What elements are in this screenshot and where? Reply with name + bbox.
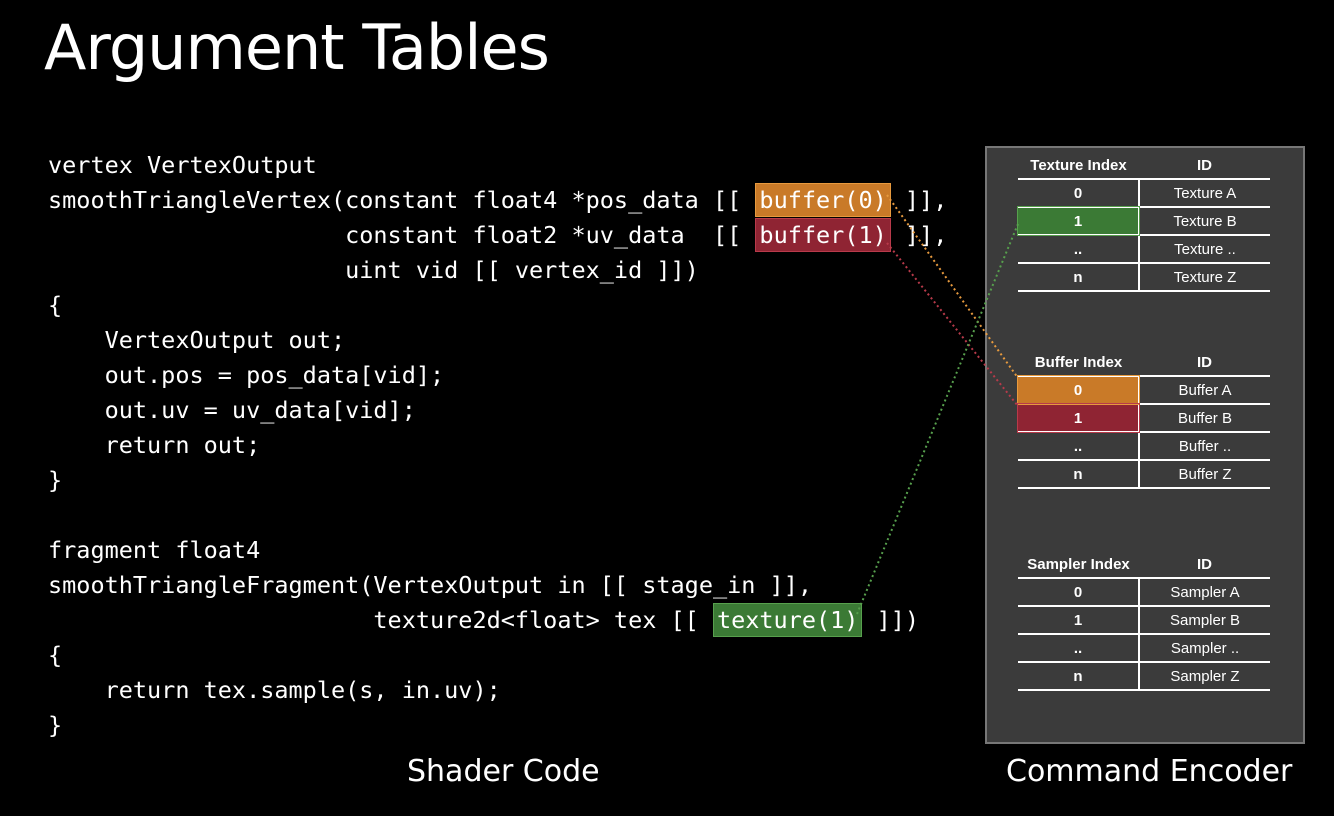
code-line: VertexOutput out; [48,326,346,354]
code-line: vertex VertexOutput [48,151,317,179]
code-line: { [48,641,63,669]
table-row: 1 Buffer B [1017,403,1270,433]
table-row: n Sampler Z [1018,662,1270,691]
table-row: n Texture Z [1018,263,1270,292]
buffer-table: Buffer Index ID 0 Buffer A 1 Buffer B ..… [1017,349,1270,489]
code-line: out.pos = pos_data[vid]; [48,361,445,389]
code-line: constant float2 *uv_data [[ buffer(1) ]]… [48,218,947,253]
command-encoder-panel: Texture Index ID 0 Texture A 1 Texture B… [985,146,1305,744]
buffer-0-highlight: buffer(0) [755,183,891,217]
buffer-index-header: Buffer Index [1018,349,1139,377]
code-line: fragment float4 [48,536,261,564]
sampler-index-cell: .. [1018,634,1140,663]
table-row: 1 Sampler B [1018,606,1270,635]
code-text: smoothTriangleVertex(constant float4 *po… [48,186,756,214]
table-row: .. Buffer .. [1018,432,1270,461]
buffer-id-cell: Buffer .. [1139,432,1270,461]
texture-id-cell: Texture Z [1139,263,1270,292]
shader-code-caption: Shader Code [407,754,600,789]
buffer-id-cell: Buffer B [1139,404,1270,433]
table-row: n Buffer Z [1018,460,1270,489]
sampler-id-cell: Sampler Z [1139,662,1270,691]
texture-table: Texture Index ID 0 Texture A 1 Texture B… [1017,152,1270,292]
buffer-index-cell: .. [1018,432,1140,461]
texture-index-cell-highlight: 1 [1017,206,1140,236]
sampler-index-header: Sampler Index [1018,551,1139,579]
code-line: smoothTriangleVertex(constant float4 *po… [48,183,947,218]
table-row: 0 Texture A [1018,179,1270,208]
texture-id-cell: Texture .. [1139,235,1270,264]
table-row: 0 Sampler A [1018,578,1270,607]
slide-title: Argument Tables [44,11,550,84]
sampler-index-cell: 0 [1018,578,1140,607]
code-text: ]], [890,186,948,214]
texture-index-cell: n [1018,263,1140,292]
sampler-id-header: ID [1139,551,1270,579]
code-line: } [48,711,63,739]
sampler-index-cell: n [1018,662,1140,691]
code-line: texture2d<float> tex [[ texture(1) ]]) [48,603,919,638]
command-encoder-caption: Command Encoder [1006,754,1293,789]
sampler-id-cell: Sampler B [1139,606,1270,635]
table-row: 1 Texture B [1017,206,1270,236]
buffer-id-cell: Buffer Z [1139,460,1270,489]
texture-id-cell: Texture A [1139,179,1270,208]
sampler-index-cell: 1 [1018,606,1140,635]
sampler-table: Sampler Index ID 0 Sampler A 1 Sampler B… [1018,551,1270,691]
buffer-id-cell: Buffer A [1139,376,1270,405]
code-text: texture2d<float> tex [[ [48,606,713,634]
texture-index-header: Texture Index [1018,152,1139,180]
code-line: smoothTriangleFragment(VertexOutput in [… [48,571,813,599]
code-line: return out; [48,431,261,459]
code-text: constant float2 *uv_data [[ [48,221,756,249]
texture-index-cell: 0 [1018,179,1140,208]
sampler-id-cell: Sampler .. [1139,634,1270,663]
buffer-index-cell-highlight: 1 [1017,403,1140,433]
code-line: uint vid [[ vertex_id ]]) [48,256,699,284]
table-row: .. Sampler .. [1018,634,1270,663]
code-line: } [48,466,63,494]
code-line: out.uv = uv_data[vid]; [48,396,416,424]
texture-id-cell: Texture B [1139,207,1270,236]
table-row: .. Texture .. [1018,235,1270,264]
buffer-index-cell: n [1018,460,1140,489]
texture-1-highlight: texture(1) [712,603,863,637]
code-text: ]]) [862,606,920,634]
code-line: return tex.sample(s, in.uv); [48,676,501,704]
buffer-id-header: ID [1139,349,1270,377]
code-text: ]], [890,221,948,249]
table-row: 0 Buffer A [1017,375,1270,405]
sampler-id-cell: Sampler A [1139,578,1270,607]
texture-id-header: ID [1139,152,1270,180]
code-line: { [48,291,63,319]
buffer-index-cell-highlight: 0 [1017,375,1140,405]
buffer-1-highlight: buffer(1) [755,218,891,252]
texture-index-cell: .. [1018,235,1140,264]
